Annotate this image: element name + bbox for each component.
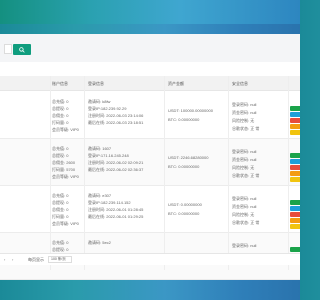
login-info-line: 邀请码: 1607 xyxy=(88,146,112,151)
column-divider xyxy=(228,76,229,270)
security-info-line: 登录密码: null xyxy=(232,196,257,201)
security-info: 登录密码: null 资金密码: null 风险控制: 无谷歌状态: 正 常 xyxy=(232,101,292,133)
login-info: 邀请码: k8fw 登录IP:182.239.92.29 注册时间: 2022-06… xyxy=(88,98,158,126)
search-icon xyxy=(19,46,25,53)
page-size-select[interactable]: 100 条/页 xyxy=(48,256,72,263)
header-account: 账户信息 xyxy=(52,81,68,86)
action-button[interactable] xyxy=(290,118,300,123)
table-row: 总充值: 0 总提现: 0 总佣金: 2600 打码量: 5700 会员等级: VIP0… xyxy=(0,139,300,186)
table-header: 账户信息 登录信息 资产金额 安全信息 xyxy=(0,76,300,91)
account-stats: 总充值: 0 总提现: 0 总佣金: 2600 打码量: 5700 会员等级: VIP0 xyxy=(52,145,92,180)
account-stats-line: 总充值: 0 xyxy=(52,146,69,151)
account-stats-line: 总佣金: 0 xyxy=(52,113,69,118)
action-button[interactable] xyxy=(290,112,300,117)
action-button[interactable] xyxy=(290,224,300,229)
pagination-bar: ‹ › 每页显示 100 条/页 xyxy=(0,253,300,265)
next-page-button[interactable]: › xyxy=(12,257,13,262)
login-info-line: 登录IP:171.16.245.248 xyxy=(88,153,129,158)
table-row: 总充值: 0 总提现: 0 总佣金: 0 打码量: 0 会员等级: VIP0 邀请码: k… xyxy=(0,92,300,139)
column-divider xyxy=(84,76,85,270)
security-info-line: 风险控制: 无 xyxy=(232,118,255,123)
login-info: 邀请码: 1607 登录IP:171.16.245.248 注册时间: 2022-0… xyxy=(88,145,158,173)
header-security: 安全信息 xyxy=(232,81,248,86)
account-stats-line: 总充值: 0 xyxy=(52,99,69,104)
login-info-line: 邀请码: k8fw xyxy=(88,99,111,104)
login-info-line: 注册时间: 2022-06-03 23:14:06 xyxy=(88,113,144,118)
account-stats-line: 打码量: 5700 xyxy=(52,167,76,172)
account-stats-line: 总提现: 0 xyxy=(52,247,69,252)
account-stats-line: 打码量: 0 xyxy=(52,214,69,219)
account-stats-line: 总佣金: 2600 xyxy=(52,160,76,165)
action-button[interactable] xyxy=(290,212,300,217)
security-info: 登录密码: null 资金密码: null 风险控制: 无谷歌状态: 正 常 xyxy=(232,148,292,180)
action-button[interactable] xyxy=(290,159,300,164)
login-info-line: 最后在线: 2022-06-02 02:36:37 xyxy=(88,167,144,172)
account-stats-line: 总提现: 0 xyxy=(52,200,69,205)
security-info-line: 资金密码: null xyxy=(232,110,257,115)
header-login: 登录信息 xyxy=(88,81,104,86)
action-button[interactable] xyxy=(290,106,300,111)
login-info: 邀请码: e307 登录IP:182.239.114.152 注册时间: 2022-… xyxy=(88,192,158,220)
row-actions xyxy=(290,200,300,230)
action-button[interactable] xyxy=(290,247,300,252)
row-actions xyxy=(290,106,300,136)
column-divider xyxy=(288,76,289,270)
search-bar xyxy=(0,34,300,62)
search-input[interactable] xyxy=(4,44,12,54)
row-actions xyxy=(290,153,300,183)
account-stats: 总充值: 0 总提现: 0 总佣金: 0 打码量: 0 会员等级: VIP0 xyxy=(52,98,92,133)
account-stats-line: 总充值: 0 xyxy=(52,240,69,245)
login-info-line: 邀请码: 5ec2 xyxy=(88,240,111,245)
action-button[interactable] xyxy=(290,165,300,170)
security-info-line: 资金密码: null xyxy=(232,204,257,209)
account-stats-line: 会员等级: VIP0 xyxy=(52,127,79,132)
action-button[interactable] xyxy=(290,218,300,223)
security-info-line: 登录密码: null xyxy=(232,149,257,154)
prev-page-button[interactable]: ‹ xyxy=(4,257,5,262)
column-divider xyxy=(50,76,51,270)
column-divider xyxy=(164,76,165,270)
security-info-line: 谷歌状态: 正 常 xyxy=(232,173,260,178)
security-info: 登录密码: null 资金密码: null 风险控制: 无谷歌状态: 正 常 xyxy=(232,195,292,227)
security-info-line: 登录密码: null xyxy=(232,102,257,107)
action-button[interactable] xyxy=(290,153,300,158)
action-button[interactable] xyxy=(290,171,300,176)
login-info: 邀请码: 5ec2 xyxy=(88,239,158,246)
account-stats-line: 会员等级: VIP0 xyxy=(52,174,79,179)
security-info-line: 资金密码: null xyxy=(232,157,257,162)
account-stats-line: 会员等级: VIP0 xyxy=(52,221,79,226)
header-background xyxy=(0,0,300,24)
account-stats-line: 总提现: 0 xyxy=(52,106,69,111)
login-info-line: 登录IP:182.239.114.152 xyxy=(88,200,131,205)
page-size-label: 每页显示 xyxy=(28,257,44,262)
login-info-line: 登录IP:182.239.92.29 xyxy=(88,106,127,111)
security-info-line: 登录密码: null xyxy=(232,243,257,248)
security-info: 登录密码: null xyxy=(232,242,292,250)
login-info-line: 最后在线: 2022-06-01 01:29:25 xyxy=(88,214,144,219)
account-stats-line: 总提现: 0 xyxy=(52,153,69,158)
security-info-line: 谷歌状态: 正 常 xyxy=(232,126,260,131)
security-info-line: 谷歌状态: 正 常 xyxy=(232,220,260,225)
account-stats-line: 打码量: 0 xyxy=(52,120,69,125)
action-button[interactable] xyxy=(290,124,300,129)
login-info-line: 注册时间: 2022-06-02 02:09:21 xyxy=(88,160,144,165)
account-stats-line: 总充值: 0 xyxy=(52,193,69,198)
action-button[interactable] xyxy=(290,206,300,211)
security-info-line: 风险控制: 无 xyxy=(232,165,255,170)
header-asset: 资产金额 xyxy=(168,81,184,86)
account-stats-line: 总佣金: 0 xyxy=(52,207,69,212)
action-button[interactable] xyxy=(290,200,300,205)
login-info-line: 邀请码: e307 xyxy=(88,193,112,198)
account-stats: 总充值: 0 总提现: 0 xyxy=(52,239,92,253)
action-button[interactable] xyxy=(290,177,300,182)
search-button[interactable] xyxy=(13,44,31,55)
table-row: 总充值: 0 总提现: 0 总佣金: 0 打码量: 0 会员等级: VIP0 邀请码: e… xyxy=(0,186,300,233)
security-info-line: 风险控制: 无 xyxy=(232,212,255,217)
login-info-line: 注册时间: 2022-06-01 01:28:45 xyxy=(88,207,144,212)
login-info-line: 最后在线: 2022-06-03 23:18:51 xyxy=(88,120,144,125)
account-stats: 总充值: 0 总提现: 0 总佣金: 0 打码量: 0 会员等级: VIP0 xyxy=(52,192,92,227)
action-button[interactable] xyxy=(290,130,300,135)
